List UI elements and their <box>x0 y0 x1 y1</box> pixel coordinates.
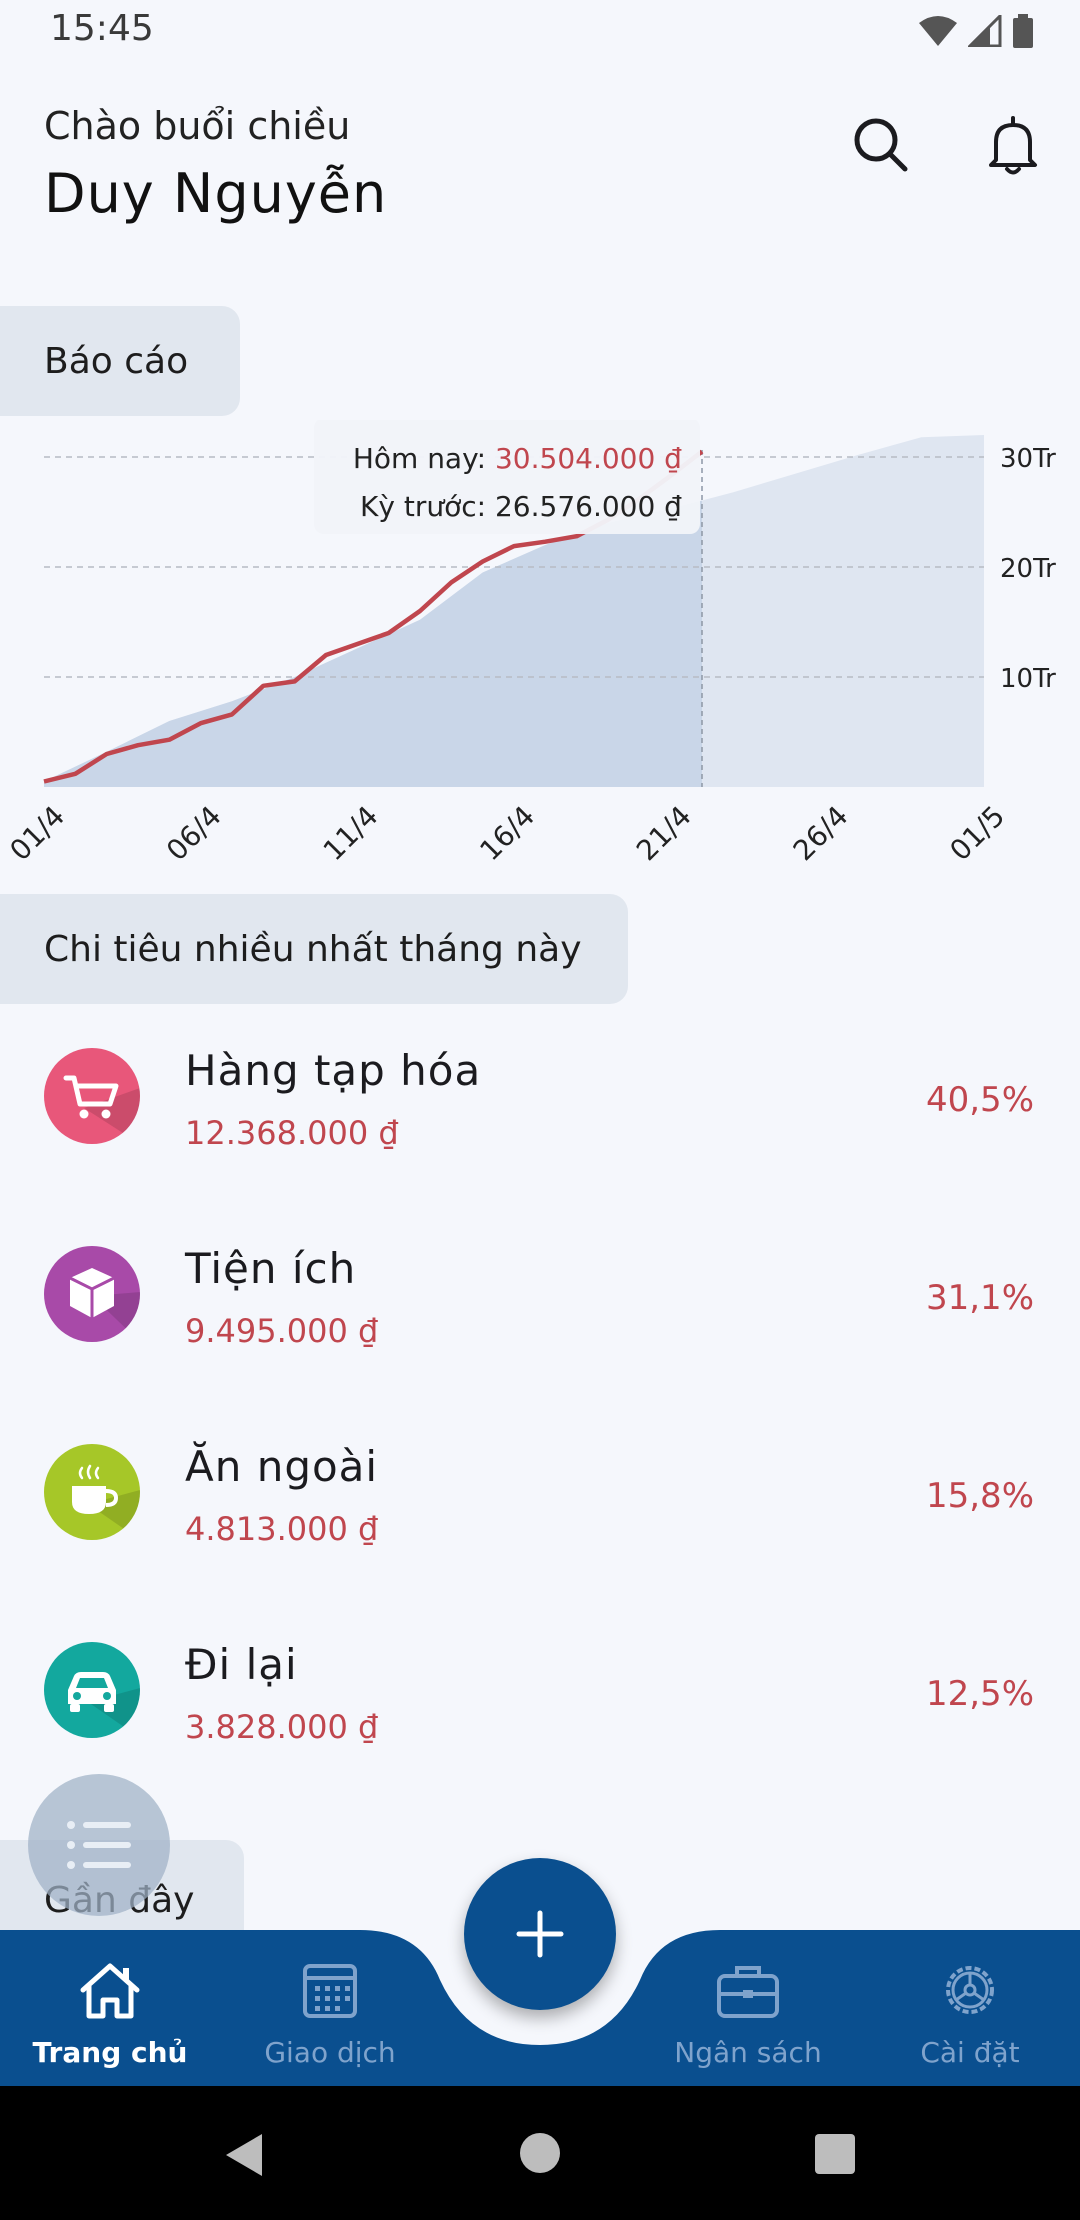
status-icons <box>918 14 1034 48</box>
home-icon <box>80 1963 140 2019</box>
category-row-groceries[interactable]: Hàng tạp hóa 12.368.000 ₫ 40,5% <box>0 1024 1080 1184</box>
nav-label-settings: Cài đặt <box>920 2036 1020 2069</box>
status-bar: 15:45 <box>0 0 1080 64</box>
tooltip-today: Hôm nay: 30.504.000 ₫ <box>353 442 682 475</box>
category-icon-badge <box>44 1642 140 1738</box>
x-tick-label: 06/4 <box>160 799 228 867</box>
wifi-icon <box>919 16 957 46</box>
x-tick-label: 01/5 <box>943 799 1011 867</box>
nav-label-home: Trang chủ <box>32 2036 188 2069</box>
category-percent: 40,5% <box>925 1080 1034 1120</box>
coffee-cup-icon <box>72 1464 140 1540</box>
nav-label-transactions: Giao dịch <box>264 2036 396 2069</box>
car-icon <box>68 1672 140 1738</box>
y-tick-label: 20Tr <box>1000 554 1056 584</box>
nav-label-budget: Ngân sách <box>674 2036 822 2069</box>
nav-item-home[interactable]: Trang chủ <box>10 1930 210 2086</box>
x-tick-label: 01/4 <box>3 799 71 867</box>
cell-signal-icon <box>968 15 1002 47</box>
notifications-button[interactable] <box>978 110 1048 180</box>
tooltip-previous-label: Kỳ trước: <box>360 490 495 523</box>
category-amount: 4.813.000 ₫ <box>185 1510 379 1548</box>
tooltip-today-label: Hôm nay: <box>353 442 495 475</box>
category-icon-badge <box>44 1246 140 1342</box>
category-name: Đi lại <box>185 1640 298 1689</box>
category-amount: 9.495.000 ₫ <box>185 1312 379 1350</box>
nav-item-budget[interactable]: Ngân sách <box>648 1930 848 2086</box>
briefcase-icon <box>717 1966 779 2018</box>
nav-item-transactions[interactable]: Giao dịch <box>230 1930 430 2086</box>
report-section-label: Báo cáo <box>44 340 189 382</box>
spending-chart[interactable]: 10Tr 20Tr 30Tr 01/4 06/4 11/4 16/4 21/4 26/4 01/5… <box>0 420 1080 890</box>
category-row-transport[interactable]: Đi lại 3.828.000 ₫ 12,5% <box>0 1618 1080 1778</box>
tooltip-previous: Kỳ trước: 26.576.000 ₫ <box>360 490 682 523</box>
category-name: Tiện ích <box>185 1244 357 1293</box>
category-amount: 3.828.000 ₫ <box>185 1708 379 1746</box>
home-circle-icon[interactable] <box>519 2132 561 2174</box>
x-tick-label: 21/4 <box>630 799 698 867</box>
system-nav-bar <box>0 2086 1080 2220</box>
box-icon <box>69 1268 140 1342</box>
plus-icon <box>516 1910 564 1958</box>
chart-tooltip: Hôm nay: 30.504.000 ₫Kỳ trước: 26.576.00… <box>314 420 700 534</box>
top-spending-section-label: Chi tiêu nhiều nhất tháng này <box>44 928 582 970</box>
home-screen: 15:45 Chào buổi chiều Duy Nguyễn Báo cáo… <box>0 0 1080 2220</box>
add-transaction-button[interactable] <box>464 1858 616 2010</box>
recents-icon[interactable] <box>814 2133 856 2175</box>
back-icon[interactable] <box>222 2132 264 2178</box>
gear-icon <box>946 1966 994 2014</box>
calendar-icon <box>303 1964 357 2018</box>
category-row-utilities[interactable]: Tiện ích 9.495.000 ₫ 31,1% <box>0 1222 1080 1382</box>
shopping-cart-icon <box>63 1075 140 1144</box>
list-icon <box>67 1821 131 1869</box>
category-percent: 15,8% <box>925 1476 1034 1516</box>
x-tick-label: 26/4 <box>787 799 855 867</box>
category-name: Ăn ngoài <box>185 1442 379 1491</box>
nav-item-settings[interactable]: Cài đặt <box>870 1930 1070 2086</box>
list-view-button[interactable] <box>28 1774 170 1916</box>
x-tick-label: 16/4 <box>473 799 541 867</box>
category-name: Hàng tạp hóa <box>185 1046 482 1095</box>
category-icon-badge <box>44 1048 140 1144</box>
tooltip-today-value: 30.504.000 ₫ <box>495 442 682 475</box>
battery-icon <box>1013 14 1033 48</box>
status-time: 15:45 <box>50 8 154 49</box>
category-percent: 31,1% <box>925 1278 1034 1318</box>
category-row-dining-out[interactable]: Ăn ngoài 4.813.000 ₫ 15,8% <box>0 1420 1080 1580</box>
category-amount: 12.368.000 ₫ <box>185 1114 399 1152</box>
y-tick-label: 10Tr <box>1000 664 1056 694</box>
tooltip-previous-value: 26.576.000 ₫ <box>495 490 682 523</box>
user-name: Duy Nguyễn <box>44 162 388 225</box>
y-tick-label: 30Tr <box>1000 444 1056 474</box>
category-icon-badge <box>44 1444 140 1540</box>
search-icon <box>854 118 908 172</box>
greeting-text: Chào buổi chiều <box>44 104 351 148</box>
bell-icon <box>989 116 1037 175</box>
x-tick-label: 11/4 <box>317 799 385 867</box>
category-percent: 12,5% <box>925 1674 1034 1714</box>
report-section-header: Báo cáo <box>0 306 240 416</box>
search-button[interactable] <box>846 110 916 180</box>
top-spending-section-header: Chi tiêu nhiều nhất tháng này <box>0 894 628 1004</box>
